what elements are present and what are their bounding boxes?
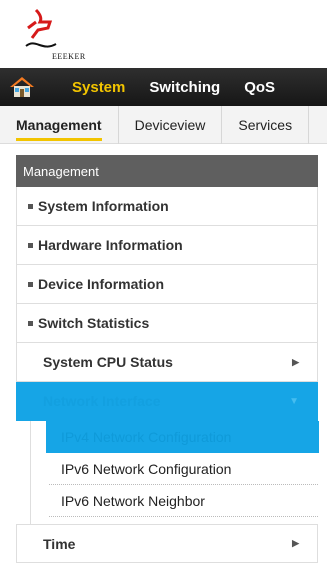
bullet-icon bbox=[28, 242, 33, 248]
sidebar-item-time[interactable]: Time ▶ bbox=[16, 524, 318, 563]
sidebar-item-system-information[interactable]: System Information bbox=[16, 187, 318, 226]
topnav-qos[interactable]: QoS bbox=[232, 79, 287, 96]
sidebar-item-device-information[interactable]: Device Information bbox=[16, 265, 318, 304]
sidebar-menu: Management System Information Hardware I… bbox=[16, 155, 319, 563]
subnav-deviceview[interactable]: Deviceview bbox=[119, 105, 223, 144]
sidebar-item-label: Device Information bbox=[38, 276, 165, 292]
sidebar-item-label: Switch Statistics bbox=[38, 315, 150, 331]
home-icon bbox=[10, 77, 34, 97]
chevron-down-icon: ▼ bbox=[289, 395, 299, 407]
brand-logo: EEEKER bbox=[22, 8, 112, 64]
sidebar-item-label: Time bbox=[43, 535, 76, 552]
network-interface-submenu: IPv4 Network Configuration IPv6 Network … bbox=[30, 421, 319, 524]
chevron-right-icon: ▶ bbox=[292, 538, 299, 548]
sidebar-item-network-interface[interactable]: Network Interface ▼ bbox=[16, 382, 318, 421]
submenu-item-ipv6-network-neighbor[interactable]: IPv6 Network Neighbor bbox=[49, 485, 318, 517]
bullet-icon bbox=[28, 320, 33, 326]
subnav-services[interactable]: Services bbox=[222, 105, 310, 144]
submenu-spacer bbox=[31, 517, 318, 524]
sidebar-item-label: System Information bbox=[38, 198, 169, 214]
sidebar-item-label: System CPU Status bbox=[43, 354, 173, 370]
submenu-item-ipv4-network-configuration[interactable]: IPv4 Network Configuration bbox=[46, 421, 319, 453]
top-nav: System Switching QoS bbox=[0, 68, 327, 106]
sidebar-item-hardware-information[interactable]: Hardware Information bbox=[16, 226, 318, 265]
chevron-right-icon: ▶ bbox=[292, 356, 299, 367]
brand-logo-mark bbox=[25, 8, 57, 48]
sub-nav: Management Deviceview Services bbox=[0, 105, 327, 144]
sidebar-item-switch-statistics[interactable]: Switch Statistics bbox=[16, 304, 318, 343]
sidebar-header: Management bbox=[16, 155, 318, 187]
home-button[interactable] bbox=[0, 68, 44, 106]
subnav-management[interactable]: Management bbox=[0, 105, 119, 144]
sidebar-item-label: Network Interface bbox=[43, 393, 161, 409]
topnav-system[interactable]: System bbox=[44, 79, 137, 96]
bullet-icon bbox=[28, 281, 33, 287]
bullet-icon bbox=[28, 203, 33, 209]
topnav-switching[interactable]: Switching bbox=[137, 79, 232, 96]
sidebar-item-label: Hardware Information bbox=[38, 237, 183, 253]
sidebar-item-system-cpu-status[interactable]: System CPU Status ▶ bbox=[16, 343, 318, 382]
brand-logo-text: EEEKER bbox=[52, 52, 86, 61]
submenu-item-ipv6-network-configuration[interactable]: IPv6 Network Configuration bbox=[49, 453, 318, 485]
